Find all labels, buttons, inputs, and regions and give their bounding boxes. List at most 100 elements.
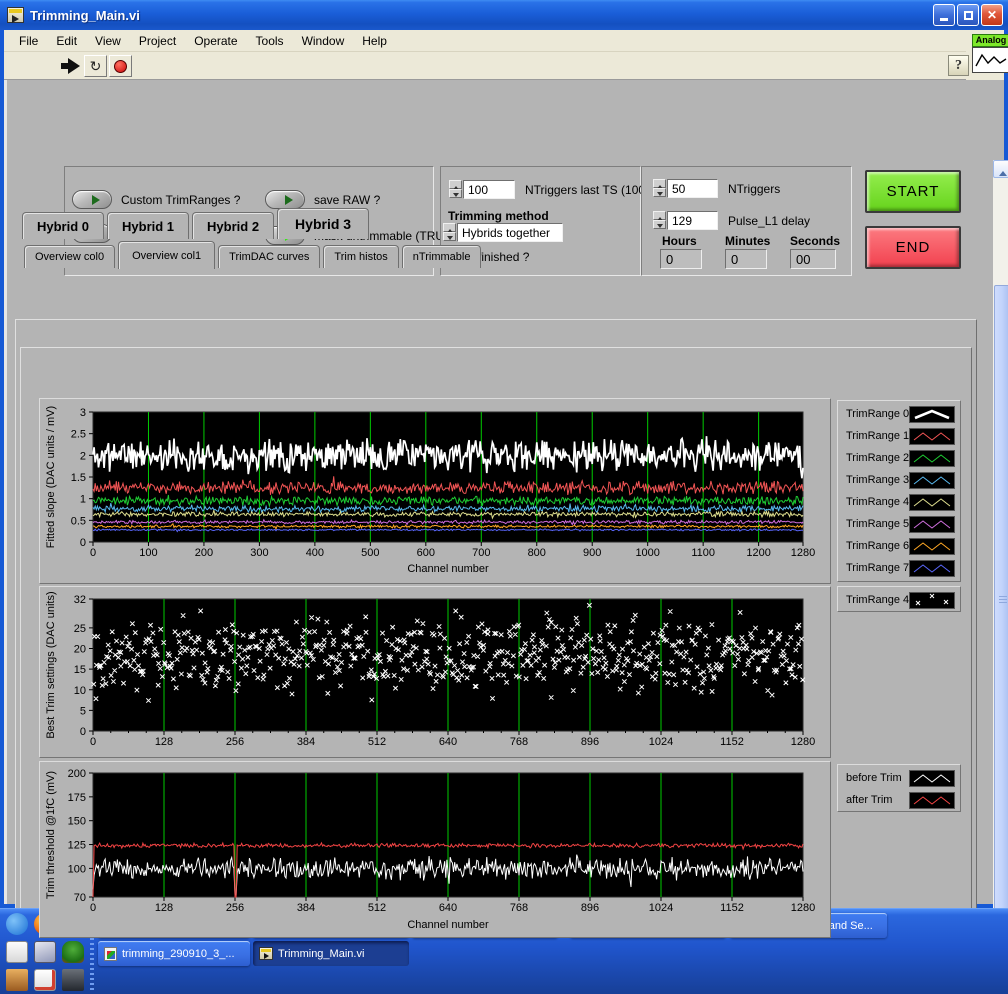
labview-window: Trimming_Main.vi ✕ FileEditViewProjectOp… [0, 0, 1008, 908]
pulse-delay-field[interactable]: 129 [667, 211, 718, 230]
legend-plot-sample-icon[interactable] [909, 792, 955, 809]
svg-text:Fitted slope (DAC units / mV): Fitted slope (DAC units / mV) [45, 406, 57, 548]
legend-plot-sample-icon[interactable] [909, 472, 955, 489]
legend-plot-sample-icon[interactable] [909, 516, 955, 533]
quicklaunch-root-icon[interactable] [62, 941, 84, 963]
legend-plot-sample-icon[interactable] [909, 428, 955, 445]
quicklaunch-remote-desktop-icon[interactable] [34, 941, 56, 963]
svg-text:1.5: 1.5 [71, 472, 86, 484]
svg-text:640: 640 [439, 902, 457, 914]
legend-plot-sample-icon[interactable] [909, 494, 955, 511]
svg-text:100: 100 [139, 547, 157, 559]
legend-item-trimrange-2[interactable]: TrimRange 2 [838, 447, 960, 469]
subtab-overview-col1[interactable]: Overview col1 [118, 241, 215, 269]
toggle-save-raw-[interactable]: save RAW ? [265, 190, 380, 209]
run-button[interactable] [60, 56, 82, 76]
menu-project[interactable]: Project [130, 32, 185, 50]
svg-text:384: 384 [297, 902, 315, 914]
legend-item-before-trim[interactable]: before Trim [838, 767, 960, 789]
abort-button[interactable] [109, 55, 132, 77]
maximize-button[interactable] [957, 4, 979, 26]
legend-plot-sample-icon[interactable] [909, 538, 955, 555]
fitted-slope-graph: 0100200300400500600700800900100011001200… [39, 398, 831, 584]
context-help-button[interactable]: ? [948, 55, 969, 76]
legend-item-after-trim[interactable]: after Trim [838, 789, 960, 811]
quicklaunch-notepad-icon[interactable] [6, 941, 28, 963]
toggle-button-icon[interactable] [72, 190, 112, 209]
legend-label: TrimRange 7 [846, 562, 909, 574]
legend-item-trimrange-3[interactable]: TrimRange 3 [838, 469, 960, 491]
scroll-up-arrow-icon[interactable] [993, 160, 1008, 178]
svg-text:1: 1 [80, 494, 86, 506]
svg-text:1024: 1024 [649, 736, 673, 748]
legend-item-trimrange-4[interactable]: TrimRange 4 [838, 491, 960, 513]
svg-text:150: 150 [68, 816, 86, 828]
task-button-trimming-main-vi[interactable]: Trimming_Main.vi [253, 941, 409, 966]
subtab-overview-col0[interactable]: Overview col0 [24, 245, 115, 268]
svg-text:175: 175 [68, 792, 86, 804]
tab-hybrid-0[interactable]: Hybrid 0 [22, 212, 104, 239]
trim-threshold-graph: 0128256384512640768896102411521280701001… [39, 761, 831, 938]
svg-text:Trim threshold @1fC (mV): Trim threshold @1fC (mV) [45, 771, 57, 899]
quicklaunch-ie-icon[interactable] [6, 913, 28, 935]
ntriggers-last-field[interactable]: 100 [463, 180, 515, 199]
legend-plot-sample-icon[interactable] [909, 560, 955, 577]
svg-text:896: 896 [581, 902, 599, 914]
ntriggers-last-spinner[interactable] [449, 180, 462, 198]
subtab-ntrimmable[interactable]: nTrimmable [402, 245, 482, 268]
svg-text:20: 20 [74, 644, 86, 656]
tab-hybrid-1[interactable]: Hybrid 1 [107, 212, 189, 239]
ntriggers-spinner[interactable] [653, 179, 666, 197]
menu-edit[interactable]: Edit [47, 32, 86, 50]
toggle-custom-trimranges-[interactable]: Custom TrimRanges ? [72, 190, 240, 209]
quicklaunch-report-icon[interactable] [34, 969, 56, 991]
svg-text:5: 5 [80, 705, 86, 717]
best-trim-legend: TrimRange 4 [837, 586, 961, 612]
minimize-button[interactable] [933, 4, 955, 26]
start-button[interactable]: START [865, 170, 961, 213]
task-button-trimming-290910-3-[interactable]: trimming_290910_3_... [98, 941, 250, 966]
trimming-method-title: Trimming method [448, 209, 549, 223]
minutes-value: 0 [725, 249, 767, 269]
tab-hybrid-3[interactable]: Hybrid 3 [277, 208, 369, 239]
menu-window[interactable]: Window [293, 32, 354, 50]
menu-view[interactable]: View [86, 32, 130, 50]
waveform-icon[interactable] [972, 47, 1008, 73]
legend-item-trimrange-1[interactable]: TrimRange 1 [838, 425, 960, 447]
run-continuous-button[interactable]: ↻ [84, 55, 107, 77]
legend-plot-sample-icon[interactable] [909, 770, 955, 787]
legend-plot-sample-icon[interactable] [909, 450, 955, 467]
subtab-trimdac-curves[interactable]: TrimDAC curves [218, 245, 320, 268]
legend-item-trimrange-7[interactable]: TrimRange 7 [838, 557, 960, 579]
svg-text:Best Trim settings (DAC units): Best Trim settings (DAC units) [45, 591, 57, 738]
ntriggers-field[interactable]: 50 [667, 179, 718, 198]
legend-item-trimrange-5[interactable]: TrimRange 5 [838, 513, 960, 535]
svg-text:1200: 1200 [746, 547, 770, 559]
legend-item-trimrange-0[interactable]: TrimRange 0 [838, 403, 960, 425]
menu-tools[interactable]: Tools [247, 32, 293, 50]
menu-operate[interactable]: Operate [185, 32, 246, 50]
svg-text:256: 256 [226, 736, 244, 748]
threshold-legend: before Trimafter Trim [837, 764, 961, 812]
scrollbar-thumb[interactable] [994, 285, 1008, 918]
subtab-trim-histos[interactable]: Trim histos [323, 245, 398, 268]
trimming-method-spinner[interactable] [443, 223, 456, 241]
end-button[interactable]: END [865, 226, 961, 269]
legend-item-trimrange-4[interactable]: TrimRange 4 [838, 589, 960, 611]
close-button[interactable]: ✕ [981, 4, 1003, 26]
title-bar[interactable]: Trimming_Main.vi ✕ [0, 0, 1008, 30]
menu-help[interactable]: Help [353, 32, 396, 50]
seconds-value: 00 [790, 249, 836, 269]
legend-plot-sample-icon[interactable] [909, 406, 955, 423]
svg-text:0.5: 0.5 [71, 515, 86, 527]
quicklaunch-terminal-icon[interactable] [62, 969, 84, 991]
svg-text:1280: 1280 [791, 902, 815, 914]
tab-hybrid-2[interactable]: Hybrid 2 [192, 212, 274, 239]
quicklaunch-reader-icon[interactable] [6, 969, 28, 991]
legend-item-trimrange-6[interactable]: TrimRange 6 [838, 535, 960, 557]
menu-file[interactable]: File [10, 32, 47, 50]
toggle-button-icon[interactable] [265, 190, 305, 209]
legend-plot-sample-icon[interactable] [909, 592, 955, 609]
vertical-scrollbar[interactable] [993, 160, 1008, 984]
pulse-delay-spinner[interactable] [653, 211, 666, 229]
